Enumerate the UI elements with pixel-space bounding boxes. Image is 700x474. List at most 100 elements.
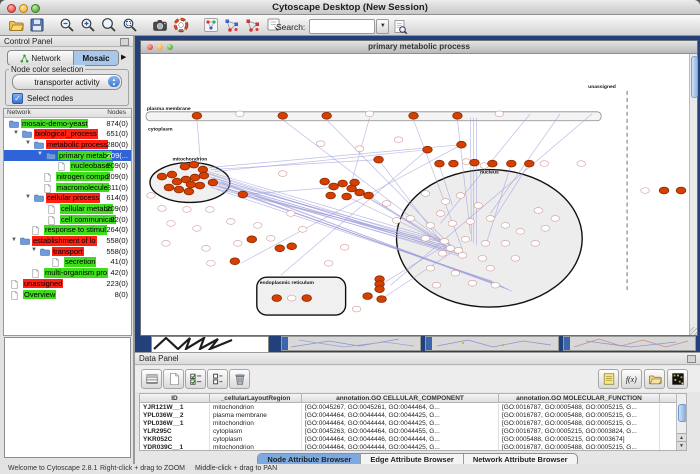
table-cell[interactable]: YPL036W__2 bbox=[140, 412, 210, 420]
selected-network-node[interactable] bbox=[342, 193, 352, 200]
tree-node-label[interactable]: macromolecule bbox=[56, 183, 109, 193]
network-node[interactable] bbox=[147, 193, 156, 199]
network-node[interactable] bbox=[382, 201, 391, 207]
network-node[interactable] bbox=[451, 270, 460, 276]
network-node[interactable] bbox=[355, 146, 364, 152]
birds-eye-view-panel[interactable] bbox=[4, 337, 131, 458]
table-cell[interactable]: YKR052C bbox=[140, 436, 210, 444]
selected-network-node[interactable] bbox=[364, 192, 374, 199]
tree-row-cellular-process[interactable]: ▼cellular process614(0) bbox=[4, 193, 131, 204]
network-node[interactable] bbox=[158, 206, 167, 212]
network-edge[interactable] bbox=[215, 150, 428, 172]
selected-network-node[interactable] bbox=[302, 295, 312, 302]
tree-expand-icon[interactable]: ▼ bbox=[13, 130, 19, 136]
selected-network-node[interactable] bbox=[453, 112, 463, 119]
table-vertical-scrollbar[interactable]: ▲ ▼ bbox=[676, 394, 686, 450]
create-new-attribute-button[interactable] bbox=[163, 369, 184, 389]
network-node[interactable] bbox=[287, 295, 296, 301]
tree-node-label[interactable]: transport bbox=[52, 247, 84, 257]
network-node[interactable] bbox=[365, 111, 374, 117]
selected-network-node[interactable] bbox=[350, 179, 360, 186]
network-view-window[interactable]: primary metabolic process plasma membran… bbox=[140, 40, 698, 336]
select-nodes-checkbox[interactable]: ✓ bbox=[12, 93, 23, 104]
save-session-button[interactable] bbox=[26, 16, 47, 35]
network-node[interactable] bbox=[466, 219, 475, 225]
selected-network-node[interactable] bbox=[287, 243, 297, 250]
background-window-1[interactable] bbox=[151, 336, 269, 353]
selected-network-node[interactable] bbox=[320, 178, 330, 185]
selected-network-node[interactable] bbox=[278, 112, 288, 119]
network-node[interactable] bbox=[298, 226, 307, 232]
network-node[interactable] bbox=[421, 191, 430, 197]
zoom-in-button[interactable] bbox=[77, 16, 98, 35]
show-attribute-table-button[interactable] bbox=[141, 369, 162, 389]
table-cell[interactable]: [GO:0044464, GO:0044446, GO:0044444, G..… bbox=[302, 436, 499, 444]
network-node[interactable] bbox=[266, 235, 275, 241]
tree-expand-icon[interactable]: ▼ bbox=[37, 151, 43, 157]
column-header-filler[interactable] bbox=[660, 394, 677, 403]
network-node[interactable] bbox=[392, 218, 401, 224]
search-input[interactable] bbox=[309, 19, 375, 34]
search-options-button[interactable] bbox=[389, 17, 410, 36]
network-node[interactable] bbox=[481, 240, 490, 246]
search-dropdown-arrow-icon[interactable]: ▼ bbox=[376, 19, 389, 34]
network-node[interactable] bbox=[394, 137, 403, 143]
tree-node-label[interactable]: mosaic-demo-yeast bbox=[21, 119, 88, 129]
zoom-selected-button[interactable] bbox=[119, 16, 140, 35]
network-overview-button[interactable] bbox=[200, 16, 221, 35]
table-cell[interactable]: cytoplasm bbox=[210, 428, 302, 436]
tree-row-response-to-stimul[interactable]: response to stimul264(0) bbox=[4, 225, 131, 236]
network-node[interactable] bbox=[202, 245, 211, 251]
tree-row-overview[interactable]: Overview8(0) bbox=[4, 289, 131, 300]
selected-network-node[interactable] bbox=[326, 192, 336, 199]
tree-node-label[interactable]: metabolic process bbox=[46, 140, 108, 150]
table-cell[interactable]: YJR121W__1 bbox=[140, 404, 210, 412]
table-cell[interactable]: plasma membrane bbox=[210, 412, 302, 420]
network-edge[interactable] bbox=[283, 120, 441, 240]
zoom-out-button[interactable] bbox=[56, 16, 77, 35]
network-node[interactable] bbox=[468, 280, 477, 286]
network-node[interactable] bbox=[441, 199, 450, 205]
network-node[interactable] bbox=[478, 255, 487, 261]
network-node[interactable] bbox=[286, 211, 295, 217]
tree-row-macromolecule[interactable]: macromolecule311(0) bbox=[4, 182, 131, 193]
network-vertical-scrollbar[interactable] bbox=[689, 54, 697, 335]
float-panel-icon[interactable] bbox=[120, 38, 129, 46]
tab-overflow-button[interactable]: ▶ bbox=[121, 53, 126, 61]
network-node[interactable] bbox=[406, 216, 415, 222]
network-node[interactable] bbox=[206, 207, 215, 213]
scroll-down-icon[interactable]: ▼ bbox=[677, 441, 686, 450]
selected-network-node[interactable] bbox=[363, 293, 373, 300]
node-color-dropdown[interactable]: transporter activity ▲▼ bbox=[12, 74, 122, 90]
network-node[interactable] bbox=[340, 244, 349, 250]
table-cell[interactable]: cytoplasm bbox=[210, 436, 302, 444]
network-node[interactable] bbox=[193, 225, 202, 231]
tree-node-label[interactable]: multi-organism pro bbox=[44, 268, 108, 278]
network-node[interactable] bbox=[324, 260, 333, 266]
selected-network-node[interactable] bbox=[190, 174, 200, 181]
attribute-table[interactable]: ID_cellularLayoutRegionannotation.GO CEL… bbox=[139, 393, 687, 451]
tree-row-nucleobase-[interactable]: nucleobase-209(0) bbox=[4, 161, 131, 172]
table-cell[interactable]: YDR039C__1 bbox=[140, 444, 210, 451]
import-attributes-button[interactable] bbox=[644, 369, 665, 389]
network-node[interactable] bbox=[426, 223, 435, 229]
table-cell[interactable]: [GO:0044464, GO:0044444, GO:0044425, G..… bbox=[302, 444, 499, 451]
selected-network-node[interactable] bbox=[488, 160, 498, 167]
network-node[interactable] bbox=[541, 225, 550, 231]
selected-network-node[interactable] bbox=[525, 160, 535, 167]
selected-network-node[interactable] bbox=[238, 191, 248, 198]
network-node[interactable] bbox=[540, 161, 549, 167]
tree-expand-icon[interactable]: ▼ bbox=[31, 247, 37, 253]
network-node[interactable] bbox=[421, 235, 430, 241]
selected-network-node[interactable] bbox=[377, 296, 387, 303]
tree-node-label[interactable]: establishment of lo bbox=[32, 236, 97, 246]
network-node[interactable] bbox=[278, 171, 287, 177]
tree-node-label[interactable]: primary metabo bbox=[58, 151, 112, 161]
network-node[interactable] bbox=[551, 216, 560, 222]
table-cell[interactable]: [GO:0045263, GO:0044464, GO:0044455, G..… bbox=[302, 428, 499, 436]
selected-network-node[interactable] bbox=[375, 286, 385, 293]
window-resize-grip[interactable] bbox=[689, 327, 697, 335]
snapshot-button[interactable] bbox=[149, 16, 170, 35]
selected-network-node[interactable] bbox=[322, 112, 332, 119]
table-cell[interactable]: [GO:0016787, GO:0005488, GO:0005215, G..… bbox=[499, 404, 660, 412]
